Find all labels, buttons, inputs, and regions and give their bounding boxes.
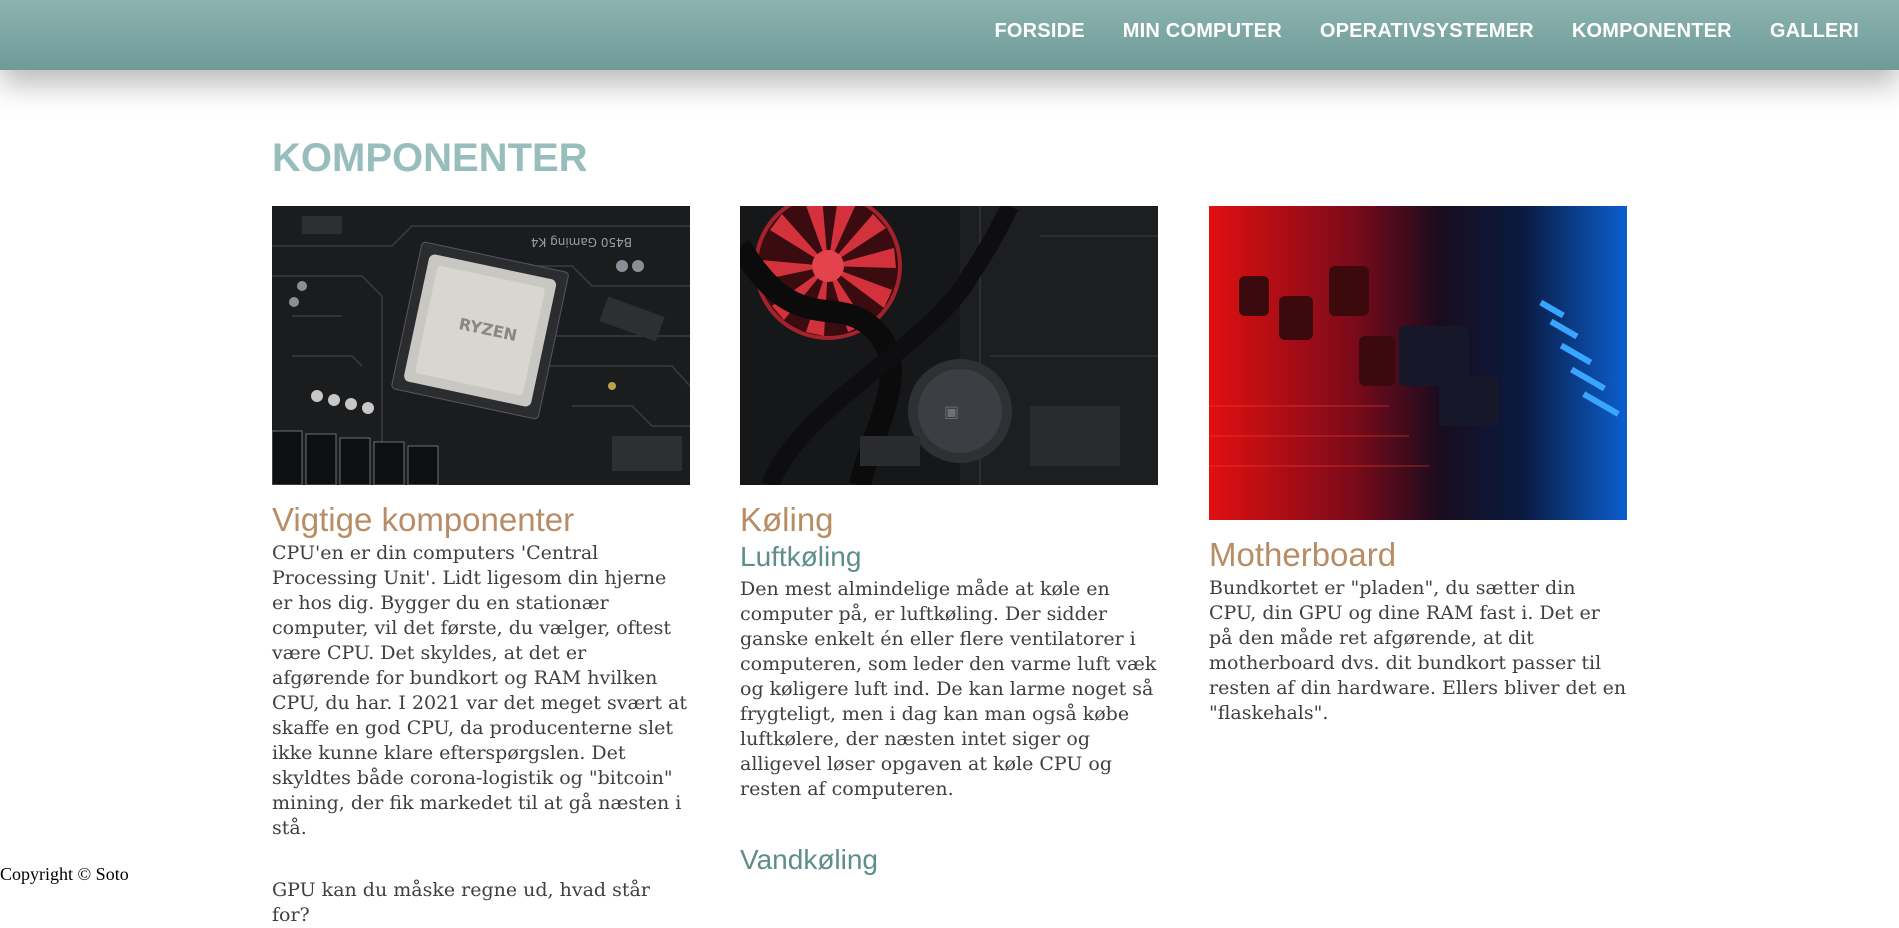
air-cooling-description: Den mest almindelige måde at køle en com… xyxy=(740,578,1157,800)
nav-min-computer[interactable]: MIN COMPUTER xyxy=(1123,20,1282,43)
nav-komponenter[interactable]: KOMPONENTER xyxy=(1572,20,1732,43)
nav-galleri[interactable]: GALLERI xyxy=(1770,20,1859,43)
cpu-description: CPU'en er din computers 'Central Process… xyxy=(272,542,688,839)
nav-operativsystemer[interactable]: OPERATIVSYSTEMER xyxy=(1320,20,1534,43)
footer-copyright: Copyright © Soto xyxy=(0,864,129,884)
component-card-cpu: RYZEN B450 Gaming K4 Vigtige komponenter… xyxy=(272,206,690,928)
heading-vigtige-komponenter: Vigtige komponenter xyxy=(272,501,575,538)
top-navigation-bar: FORSIDE MIN COMPUTER OPERATIVSYSTEMER KO… xyxy=(0,0,1899,70)
motherboard-photo-illustration xyxy=(1209,206,1627,520)
heading-vandkoling: Vandkøling xyxy=(740,844,879,875)
cooler-photo-illustration: ▣ xyxy=(740,206,1158,485)
motherboard-red-blue-photo xyxy=(1209,206,1627,520)
cpu-photo-illustration: RYZEN B450 Gaming K4 xyxy=(272,206,690,485)
heading-koling: Køling xyxy=(740,501,834,538)
red-fan-cooler-photo: ▣ xyxy=(740,206,1158,485)
component-card-motherboard: Motherboard Bundkortet er "pladen", du s… xyxy=(1209,206,1627,726)
svg-text:B450 Gaming K4: B450 Gaming K4 xyxy=(531,235,632,249)
heading-motherboard: Motherboard xyxy=(1209,536,1397,573)
svg-text:▣: ▣ xyxy=(944,402,959,421)
page-title: KOMPONENTER xyxy=(272,136,588,180)
nav-forside[interactable]: FORSIDE xyxy=(994,20,1084,43)
main-nav: FORSIDE MIN COMPUTER OPERATIVSYSTEMER KO… xyxy=(994,0,1859,62)
heading-luftkoling: Luftkøling xyxy=(740,541,862,572)
component-card-cooling: ▣ Køling Luftkøling Den mest almindelige… xyxy=(740,206,1158,880)
cpu-on-motherboard-photo: RYZEN B450 Gaming K4 xyxy=(272,206,690,485)
motherboard-description: Bundkortet er "pladen", du sætter din CP… xyxy=(1209,577,1627,724)
gpu-question: GPU kan du måske regne ud, hvad står for… xyxy=(272,879,650,926)
